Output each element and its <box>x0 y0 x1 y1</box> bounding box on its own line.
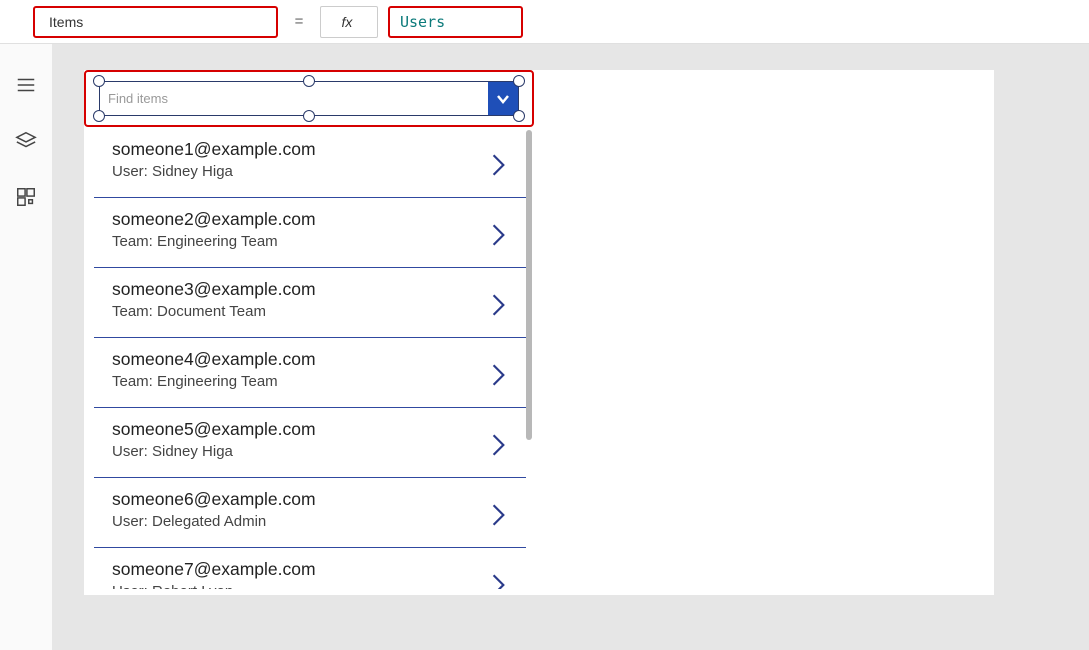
formula-input[interactable]: Users <box>388 6 523 38</box>
list-item-title: someone6@example.com <box>112 488 316 512</box>
main-area: someone1@example.comUser: Sidney Higasom… <box>0 44 1089 650</box>
list-item-text: someone3@example.comTeam: Document Team <box>112 278 316 322</box>
canvas-area: someone1@example.comUser: Sidney Higasom… <box>52 44 1089 650</box>
list-item-text: someone7@example.comUser: Robert Lyon <box>112 558 316 589</box>
list-item-subtitle: Team: Document Team <box>112 302 316 322</box>
list-item-title: someone7@example.com <box>112 558 316 582</box>
list-item[interactable]: someone4@example.comTeam: Engineering Te… <box>94 337 526 407</box>
combobox-chevron-button[interactable] <box>488 82 518 115</box>
property-dropdown[interactable]: Items <box>33 6 278 38</box>
list-item-title: someone5@example.com <box>112 418 316 442</box>
list-item[interactable]: someone1@example.comUser: Sidney Higa <box>94 127 526 197</box>
selection-handle[interactable] <box>513 110 525 122</box>
chevron-right-icon[interactable] <box>490 432 520 463</box>
list-item[interactable]: someone2@example.comTeam: Engineering Te… <box>94 197 526 267</box>
list-item-text: someone5@example.comUser: Sidney Higa <box>112 418 316 462</box>
combobox-control[interactable] <box>99 81 519 116</box>
list-item[interactable]: someone6@example.comUser: Delegated Admi… <box>94 477 526 547</box>
list-item-subtitle: User: Sidney Higa <box>112 162 316 182</box>
equals-sign: = <box>292 13 306 30</box>
property-label: Items <box>49 14 83 30</box>
list-scrollbar[interactable] <box>526 130 532 530</box>
list-item-subtitle: User: Delegated Admin <box>112 512 316 532</box>
components-icon[interactable] <box>15 186 37 208</box>
menu-icon[interactable] <box>15 74 37 96</box>
fx-button[interactable]: fx <box>320 6 378 38</box>
list-item-text: someone6@example.comUser: Delegated Admi… <box>112 488 316 532</box>
list-item[interactable]: someone3@example.comTeam: Document Team <box>94 267 526 337</box>
screen-canvas[interactable]: someone1@example.comUser: Sidney Higasom… <box>84 70 994 595</box>
selection-handle[interactable] <box>93 75 105 87</box>
chevron-right-icon[interactable] <box>490 502 520 533</box>
formula-bar: Items = fx Users <box>0 0 1089 44</box>
list-item-subtitle: User: Sidney Higa <box>112 442 316 462</box>
chevron-right-icon[interactable] <box>490 152 520 183</box>
selection-handle[interactable] <box>303 110 315 122</box>
combobox-selection-outline <box>84 70 534 127</box>
chevron-right-icon[interactable] <box>490 572 520 589</box>
list-item-subtitle: User: Robert Lyon <box>112 582 316 589</box>
scrollbar-thumb[interactable] <box>526 130 532 440</box>
list-item-subtitle: Team: Engineering Team <box>112 232 316 252</box>
combobox-input[interactable] <box>100 82 488 115</box>
list-item-title: someone4@example.com <box>112 348 316 372</box>
chevron-right-icon[interactable] <box>490 222 520 253</box>
chevron-right-icon[interactable] <box>490 292 520 323</box>
list-item-text: someone4@example.comTeam: Engineering Te… <box>112 348 316 392</box>
layers-icon[interactable] <box>15 130 37 152</box>
fx-label: fx <box>342 14 353 30</box>
list-item-text: someone2@example.comTeam: Engineering Te… <box>112 208 316 252</box>
formula-value: Users <box>400 13 445 31</box>
list-item-title: someone2@example.com <box>112 208 316 232</box>
list-item[interactable]: someone5@example.comUser: Sidney Higa <box>94 407 526 477</box>
selection-handle[interactable] <box>93 110 105 122</box>
selection-handle[interactable] <box>303 75 315 87</box>
list-item-title: someone1@example.com <box>112 138 316 162</box>
list-item-text: someone1@example.comUser: Sidney Higa <box>112 138 316 182</box>
selection-handle[interactable] <box>513 75 525 87</box>
list-item[interactable]: someone7@example.comUser: Robert Lyon <box>94 547 526 589</box>
list-item-title: someone3@example.com <box>112 278 316 302</box>
left-rail <box>0 44 52 650</box>
chevron-right-icon[interactable] <box>490 362 520 393</box>
gallery-list: someone1@example.comUser: Sidney Higasom… <box>94 127 526 589</box>
list-item-subtitle: Team: Engineering Team <box>112 372 316 392</box>
